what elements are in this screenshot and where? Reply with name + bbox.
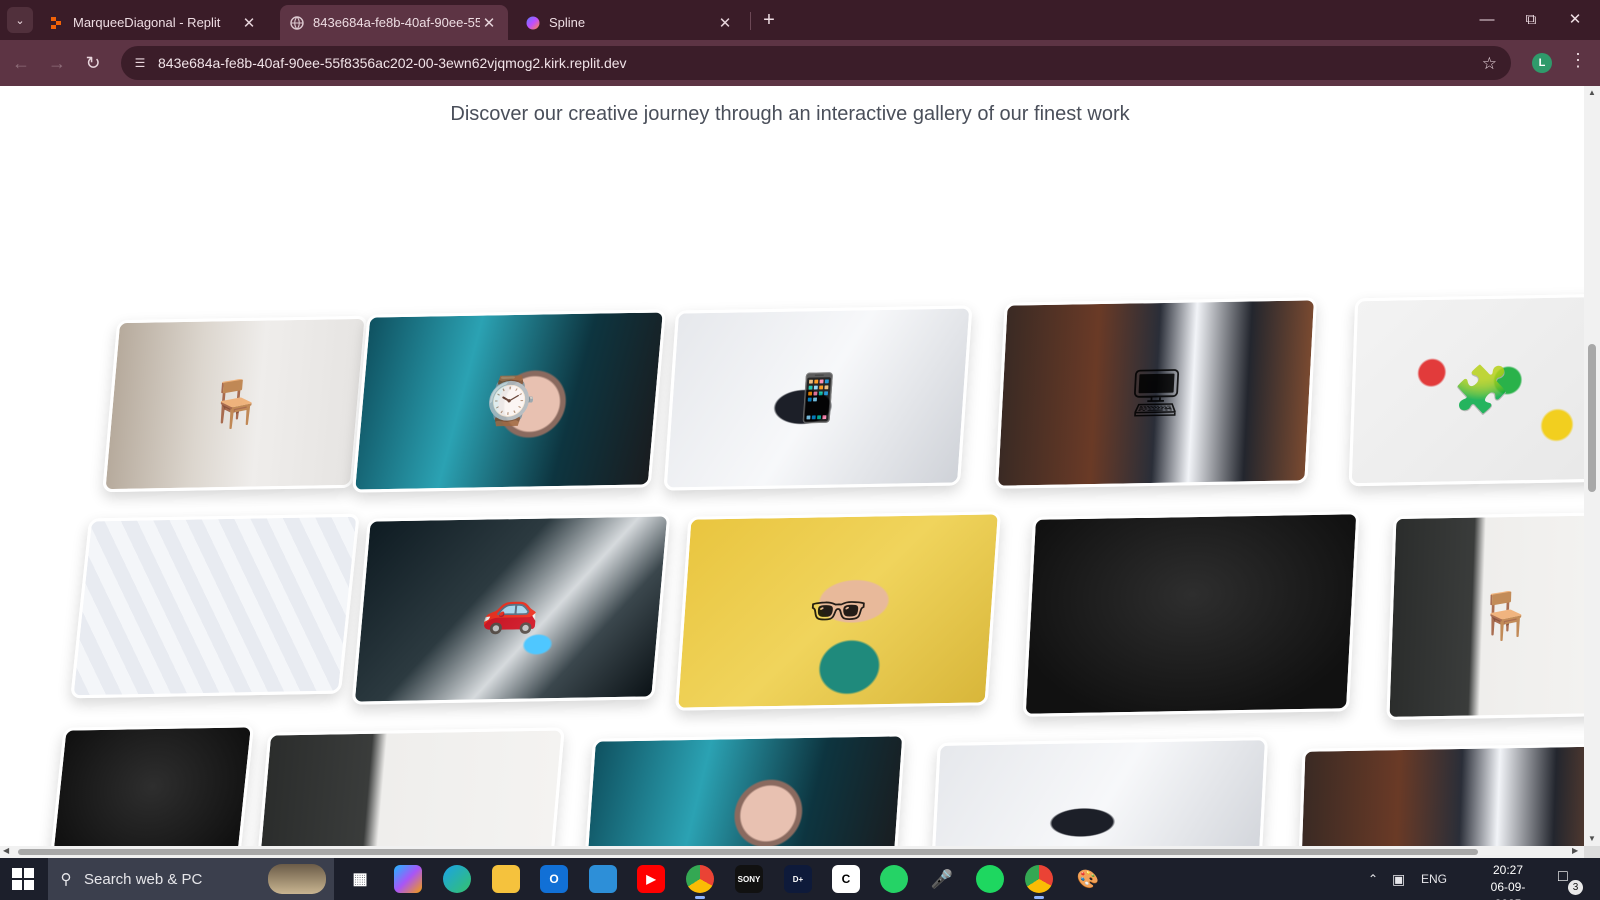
- horizontal-scroll-thumb[interactable]: [18, 849, 1478, 855]
- tab-title: 843e684a-fe8b-40af-90ee-55f8: [313, 15, 480, 30]
- gallery-card-waves[interactable]: [70, 513, 360, 699]
- copilot-icon[interactable]: [394, 865, 422, 893]
- tab-replit[interactable]: MarqueeDiagonal - Replit ✕: [40, 5, 268, 40]
- spotify-icon[interactable]: [976, 865, 1004, 893]
- network-icon[interactable]: ▣: [1392, 858, 1405, 900]
- site-settings-icon[interactable]: ☰: [125, 56, 155, 70]
- browser-toolbar: ← → ↻ ☰ 843e684a-fe8b-40af-90ee-55f8356a…: [0, 40, 1600, 86]
- diagonal-gallery: 🪑 ⌚ 📱 🖥 🧩 🚗 🕶 🪑: [0, 86, 1584, 846]
- profile-avatar[interactable]: L: [1532, 53, 1552, 73]
- close-icon[interactable]: ✕: [240, 14, 258, 32]
- tab-title: Spline: [549, 15, 586, 30]
- replit-icon: [51, 16, 61, 29]
- taskbar-search-placeholder: Search web & PC: [84, 870, 203, 888]
- tab-separator: [750, 12, 751, 30]
- chrome-profile-a-icon[interactable]: [686, 865, 714, 899]
- gallery-card-desk[interactable]: 🖥: [994, 297, 1318, 489]
- microphone-icon[interactable]: 🎤: [928, 865, 956, 893]
- address-bar[interactable]: ☰ 843e684a-fe8b-40af-90ee-55f8356ac202-0…: [121, 46, 1511, 80]
- menu-kebab-icon[interactable]: ⋮: [1569, 50, 1587, 71]
- spline-icon: [526, 16, 540, 29]
- vertical-scrollbar[interactable]: ▲ ▼: [1584, 86, 1600, 846]
- notification-count-badge: 3: [1568, 880, 1583, 895]
- close-icon[interactable]: ✕: [716, 14, 734, 32]
- url-text[interactable]: 843e684a-fe8b-40af-90ee-55f8356ac202-00-…: [158, 55, 627, 71]
- clock-time: 20:27: [1492, 863, 1524, 877]
- youtube-icon[interactable]: ▶: [637, 865, 665, 893]
- close-icon[interactable]: ✕: [480, 14, 498, 32]
- clock-date: 06-09-2025: [1490, 880, 1526, 900]
- language-indicator[interactable]: ENG: [1421, 858, 1447, 900]
- control-panel-icon[interactable]: [589, 865, 617, 893]
- search-highlight-bird-image: [268, 864, 326, 894]
- vertical-scroll-thumb[interactable]: [1588, 344, 1596, 492]
- scroll-left-arrow-icon[interactable]: ◀: [3, 846, 9, 855]
- gallery-card-phone[interactable]: 📱: [663, 305, 973, 491]
- reload-icon[interactable]: ↻: [81, 51, 105, 75]
- sony-liv-icon[interactable]: SONY: [735, 865, 763, 893]
- gallery-card-room[interactable]: 🪑: [102, 315, 368, 493]
- tab-search-chevron-icon[interactable]: ⌄: [7, 7, 33, 33]
- gallery-card-dark-2[interactable]: [47, 724, 255, 846]
- taskbar-clock[interactable]: 20:27 06-09-2025: [1480, 862, 1536, 900]
- sunglasses-icon: 🕶: [806, 583, 870, 638]
- restore-icon[interactable]: ⧉: [1508, 6, 1554, 34]
- tab-title: MarqueeDiagonal - Replit: [73, 15, 221, 30]
- armchair-icon: 🪑: [1475, 589, 1535, 642]
- tab-spline[interactable]: Spline ✕: [516, 5, 744, 40]
- toy-blocks-icon: 🧩: [1452, 363, 1512, 416]
- gallery-card-watch[interactable]: ⌚: [351, 309, 667, 493]
- gallery-card-dark[interactable]: [1022, 511, 1360, 717]
- scroll-up-arrow-icon[interactable]: ▲: [1587, 88, 1597, 97]
- taskbar-search-box[interactable]: ⚲ Search web & PC: [48, 858, 334, 900]
- forward-arrow-icon[interactable]: →: [45, 51, 69, 75]
- gallery-card-phone-2[interactable]: [929, 737, 1269, 846]
- bookmark-star-icon[interactable]: ☆: [1482, 54, 1497, 74]
- gallery-card-watch-2[interactable]: [582, 733, 906, 846]
- gallery-card-toys[interactable]: 🧩: [1348, 293, 1584, 487]
- disney-hotstar-icon[interactable]: D+: [784, 865, 812, 893]
- chrome-active-icon[interactable]: [1025, 865, 1053, 899]
- globe-icon: [290, 15, 304, 30]
- page-viewport: Discover our creative journey through an…: [0, 86, 1584, 846]
- gallery-card-room-2[interactable]: 🪑: [1386, 512, 1584, 720]
- gallery-card-car[interactable]: 🚗: [351, 513, 671, 705]
- gallery-card-room-3[interactable]: [255, 727, 565, 846]
- capcut-icon[interactable]: C: [832, 865, 860, 893]
- outlook-icon[interactable]: O: [540, 865, 568, 893]
- car-icon: 🚗: [480, 582, 543, 635]
- task-view-icon[interactable]: ▦: [346, 865, 374, 893]
- horizontal-scrollbar[interactable]: ◀ ▶: [0, 846, 1584, 858]
- monitor-icon: 🖥: [1125, 365, 1187, 420]
- phone-icon: 📱: [787, 371, 849, 424]
- whatsapp-icon[interactable]: [880, 865, 908, 893]
- file-explorer-icon[interactable]: [492, 865, 520, 893]
- watch-icon: ⌚: [478, 374, 541, 427]
- tab-replit-dev[interactable]: 843e684a-fe8b-40af-90ee-55f8 ✕: [280, 5, 508, 40]
- back-arrow-icon[interactable]: ←: [9, 51, 33, 75]
- gallery-card-portrait[interactable]: 🕶: [674, 511, 1002, 711]
- edge-icon[interactable]: [443, 865, 471, 893]
- tray-chevron-up-icon[interactable]: ⌃: [1368, 858, 1378, 900]
- new-tab-plus-icon[interactable]: +: [757, 8, 781, 32]
- scroll-right-arrow-icon[interactable]: ▶: [1572, 846, 1578, 855]
- armchair-icon: 🪑: [204, 377, 267, 430]
- windows-taskbar: ⚲ Search web & PC ▦ O ▶ SONY D+ C 🎤 🎨 ⌃ …: [0, 858, 1600, 900]
- gallery-card-desk-2[interactable]: [1297, 743, 1584, 846]
- scroll-down-arrow-icon[interactable]: ▼: [1587, 834, 1597, 843]
- minimize-icon[interactable]: —: [1464, 6, 1510, 34]
- scrollbar-corner: [1584, 846, 1600, 858]
- windows-start-icon[interactable]: [12, 868, 34, 890]
- paint-icon[interactable]: 🎨: [1074, 865, 1102, 893]
- tab-strip: ⌄ MarqueeDiagonal - Replit ✕ 843e684a-fe…: [0, 0, 1600, 40]
- close-window-icon[interactable]: ✕: [1552, 6, 1598, 34]
- search-icon: ⚲: [60, 871, 72, 888]
